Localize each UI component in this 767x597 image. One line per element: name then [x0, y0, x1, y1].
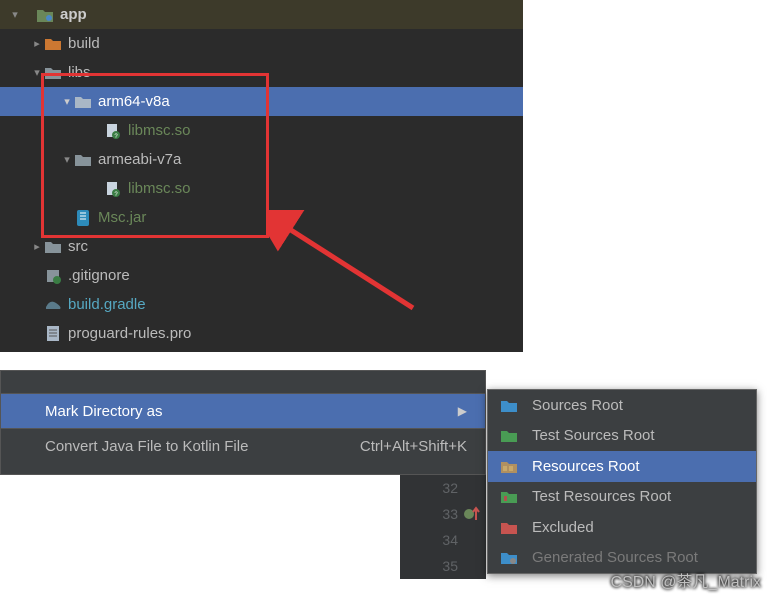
- submenu-label: Resources Root: [532, 458, 640, 475]
- chevron-down-icon: ▾: [8, 8, 22, 21]
- submenu-test-sources-root[interactable]: Test Sources Root: [488, 421, 756, 452]
- node-label: libs: [68, 64, 91, 81]
- node-label: .gitignore: [68, 267, 130, 284]
- line-number: 34: [400, 527, 486, 553]
- tree-row-libmsc2[interactable]: ? libmsc.so: [0, 174, 523, 203]
- node-label: build.gradle: [68, 296, 146, 313]
- module-folder-icon: [36, 8, 54, 22]
- shortcut-label: Ctrl+Alt+Shift+K: [360, 438, 467, 455]
- file-icon: ?: [104, 181, 122, 197]
- excluded-icon: [500, 521, 518, 534]
- tree-row-buildgradle[interactable]: build.gradle: [0, 290, 523, 319]
- folder-icon: [44, 66, 62, 79]
- submenu-label: Test Sources Root: [532, 427, 655, 444]
- tree-row-build[interactable]: ▸ build: [0, 29, 523, 58]
- test-sources-root-icon: [500, 429, 518, 442]
- node-label: src: [68, 238, 88, 255]
- submenu-excluded[interactable]: Excluded: [488, 512, 756, 543]
- menu-label: Convert Java File to Kotlin File: [45, 438, 248, 455]
- submenu-label: Test Resources Root: [532, 488, 671, 505]
- generated-sources-icon: [500, 551, 518, 564]
- submenu-resources-root[interactable]: Resources Root: [488, 451, 756, 482]
- mark-directory-submenu: Sources Root Test Sources Root Resources…: [487, 389, 757, 574]
- node-label: app: [60, 6, 87, 23]
- submenu-label: Sources Root: [532, 397, 623, 414]
- tree-row-mscjar[interactable]: Msc.jar: [0, 203, 523, 232]
- file-icon: ?: [104, 123, 122, 139]
- node-label: build: [68, 35, 100, 52]
- tree-row-app[interactable]: ▾ app: [0, 0, 523, 29]
- folder-icon: [44, 37, 62, 50]
- node-label: proguard-rules.pro: [68, 325, 191, 342]
- submenu-sources-root[interactable]: Sources Root: [488, 390, 756, 421]
- chevron-right-icon: ▶: [458, 404, 467, 418]
- node-label: libmsc.so: [128, 180, 191, 197]
- chevron-right-icon: ▸: [30, 240, 44, 253]
- chevron-down-icon: ▾: [30, 66, 44, 79]
- tree-row-src[interactable]: ▸ src: [0, 232, 523, 261]
- folder-icon: [44, 240, 62, 253]
- sources-root-icon: [500, 399, 518, 412]
- submenu-label: Generated Sources Root: [532, 549, 698, 566]
- resources-root-icon: [500, 460, 518, 473]
- line-number: 35: [400, 553, 486, 579]
- menu-mark-directory[interactable]: Mark Directory as ▶: [1, 394, 485, 428]
- tree-row-libs[interactable]: ▾ libs: [0, 58, 523, 87]
- folder-icon: [74, 95, 92, 108]
- node-label: arm64-v8a: [98, 93, 170, 110]
- tree-row-gitignore[interactable]: .gitignore: [0, 261, 523, 290]
- line-number: 33: [400, 501, 486, 527]
- chevron-right-icon: ▸: [30, 37, 44, 50]
- chevron-down-icon: ▾: [60, 95, 74, 108]
- menu-convert-kotlin[interactable]: Convert Java File to Kotlin File Ctrl+Al…: [1, 429, 485, 463]
- tree-row-armeabi[interactable]: ▾ armeabi-v7a: [0, 145, 523, 174]
- node-label: libmsc.so: [128, 122, 191, 139]
- node-label: Msc.jar: [98, 209, 146, 226]
- submenu-test-resources-root[interactable]: Test Resources Root: [488, 482, 756, 513]
- tree-row-arm64[interactable]: ▾ arm64-v8a: [0, 87, 523, 116]
- chevron-down-icon: ▾: [60, 153, 74, 166]
- menu-label: Mark Directory as: [45, 403, 163, 420]
- context-menu: Mark Directory as ▶ Convert Java File to…: [0, 370, 486, 475]
- folder-icon: [74, 153, 92, 166]
- project-tree: ▾ app ▸ build ▾ libs ▾ arm64-v8a ? libms…: [0, 0, 523, 352]
- submenu-label: Excluded: [532, 519, 594, 536]
- gutter-override-icon[interactable]: [464, 506, 482, 522]
- jar-icon: [74, 210, 92, 226]
- menu-row-top[interactable]: [1, 371, 485, 393]
- line-number: 32: [400, 475, 486, 501]
- tree-row-proguard[interactable]: proguard-rules.pro: [0, 319, 523, 348]
- file-icon: [44, 326, 62, 341]
- test-resources-root-icon: [500, 490, 518, 503]
- gradle-icon: [44, 299, 62, 311]
- node-label: armeabi-v7a: [98, 151, 181, 168]
- gitignore-icon: [44, 268, 62, 284]
- tree-row-libmsc1[interactable]: ? libmsc.so: [0, 116, 523, 145]
- editor-gutter: 32 33 34 35: [400, 475, 486, 579]
- watermark: CSDN @茶凡_Matrix: [611, 568, 761, 592]
